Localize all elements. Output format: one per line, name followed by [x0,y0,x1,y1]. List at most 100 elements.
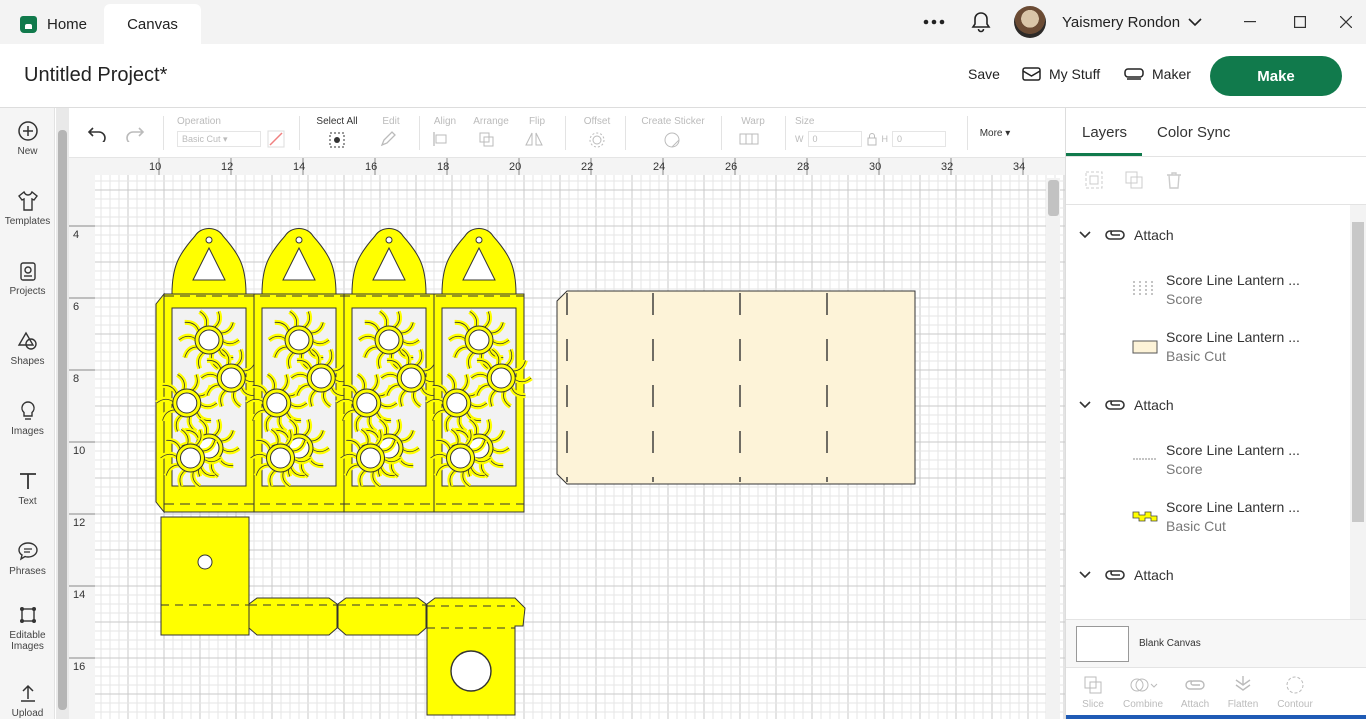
minimize-button[interactable] [1244,0,1256,44]
sidebar-item-label: Editable Images [9,630,46,652]
sidebar-item-shapes[interactable]: Shapes [0,330,55,367]
maker-label: Maker [1152,66,1191,82]
layer-operation: Score [1166,461,1203,477]
warp-button[interactable]: Warp [731,116,775,150]
sidebar-item-phrases[interactable]: Phrases [0,540,55,577]
flatten-button[interactable]: Flatten [1218,674,1268,710]
arrange-button[interactable]: Arrange [469,116,513,150]
sidebar-item-label: Templates [4,216,51,227]
sun-center [266,392,288,414]
more-button[interactable]: More ▾ [975,128,1015,139]
layer-item[interactable]: Score Line Lantern ... Basic Cut [1132,499,1322,534]
tab-layers[interactable]: Layers [1082,124,1127,141]
chevron-down-icon[interactable] [1078,570,1092,580]
align-icon [433,132,447,146]
sun-center [378,329,400,351]
layer-item[interactable]: Score Line Lantern ... Score [1132,442,1322,477]
user-menu[interactable]: Yaismery Rondon [1014,0,1202,44]
combine-button[interactable]: Combine [1118,674,1168,710]
maximize-button[interactable] [1294,0,1306,44]
layer-item[interactable]: Score Line Lantern ... Score [1132,272,1322,307]
sidebar-item-text[interactable]: Text [0,470,55,507]
tab-color-sync[interactable]: Color Sync [1157,124,1230,141]
close-button[interactable] [1340,0,1352,44]
sidebar-item-images[interactable]: Images [0,400,55,437]
hang-hole [205,236,213,244]
contour-button[interactable]: Contour [1270,674,1320,710]
edit-button[interactable]: Edit [371,116,411,150]
lightbulb-icon [20,401,35,420]
chevron-down-icon[interactable] [1078,400,1092,410]
flatten-label: Flatten [1227,699,1259,710]
ruler-y-label: 12 [73,517,85,529]
layer-group-attach-3[interactable]: Attach [1078,563,1366,587]
duplicate-icon[interactable] [1124,170,1144,190]
horizontal-ruler [69,158,1065,175]
attach-icon [1105,570,1125,580]
sidebar-item-new[interactable]: New [0,120,55,157]
ruler-x-label: 10 [149,161,161,173]
design-canvas[interactable]: 10 12 14 16 18 20 22 24 26 28 30 32 34 4 6 8 10 12 14 16 [69,158,1065,719]
canvas-scroll-thumb[interactable] [1048,180,1059,216]
layers-scroll-thumb[interactable] [1352,222,1364,522]
operation-group[interactable]: Operation Basic Cut ▾ [177,116,287,148]
align-button[interactable]: Align [427,116,463,150]
color-swatch-icon[interactable] [267,130,285,148]
sidebar-item-projects[interactable]: Projects [0,260,55,297]
save-button[interactable]: Save [968,66,1000,82]
undo-icon[interactable] [87,126,107,142]
more-options-icon[interactable] [922,0,946,44]
canvas-grid[interactable]: 10 12 14 16 18 20 22 24 26 28 30 32 34 4 6 8 10 12 14 16 [69,158,1065,719]
left-scroll-thumb[interactable] [58,130,67,710]
sidebar-item-upload[interactable]: Upload [0,682,55,719]
sidebar-item-label: Shapes [10,356,45,367]
sun-center [176,392,198,414]
select-all-button[interactable]: Select All [313,116,361,152]
maker-button[interactable]: Maker [1124,66,1191,82]
tab-canvas[interactable]: Canvas [104,4,201,44]
ruler-x-label: 12 [221,161,233,173]
operation-select[interactable]: Basic Cut ▾ [177,131,261,147]
hang-hole [295,236,303,244]
blank-canvas-row[interactable]: Blank Canvas [1066,619,1366,667]
offset-button[interactable]: Offset [577,116,617,152]
width-input[interactable]: 0 [807,131,862,147]
tab-home[interactable]: Home [8,4,108,44]
make-button[interactable]: Make [1210,56,1342,96]
sidebar-item-templates[interactable]: Templates [0,190,55,227]
layer-group-attach-2[interactable]: Attach [1078,393,1366,417]
divider [1066,204,1366,205]
trash-icon[interactable] [1164,170,1184,190]
user-name: Yaismery Rondon [1062,13,1181,31]
group-icon[interactable] [1084,170,1104,190]
base-strip [248,597,338,636]
my-stuff-button[interactable]: My Stuff [1022,66,1100,82]
sun-center [446,392,468,414]
sidebar-item-editable-images[interactable]: Editable Images [0,604,55,652]
lock-icon[interactable] [866,132,878,146]
project-title[interactable]: Untitled Project* [24,64,167,87]
flip-button[interactable]: Flip [521,116,553,150]
attach-button[interactable]: Attach [1170,674,1220,710]
sidebar-item-label: Text [18,496,37,507]
chevron-down-icon[interactable] [1078,230,1092,240]
slice-button[interactable]: Slice [1068,674,1118,710]
operation-value: Basic Cut [182,134,221,144]
divider [1066,156,1366,157]
ruler-x-label: 30 [869,161,881,173]
canvas-vertical-scrollbar[interactable] [1046,178,1060,719]
operation-label: Operation [177,116,221,127]
layer-item[interactable]: Score Line Lantern ... Basic Cut [1132,329,1322,364]
offset-icon [589,132,605,148]
create-sticker-button[interactable]: Create Sticker [635,116,711,152]
ruler-x-label: 22 [581,161,593,173]
score-line-icon [1133,458,1157,460]
ruler-x-label: 32 [941,161,953,173]
redo-icon[interactable] [125,126,145,142]
layer-operation: Score [1166,291,1203,307]
blank-canvas-swatch[interactable] [1076,626,1129,662]
sidebar-item-label: Phrases [9,566,46,577]
bell-icon[interactable] [971,0,991,44]
height-input[interactable]: 0 [892,131,946,147]
layer-group-attach-1[interactable]: Attach [1078,223,1366,247]
